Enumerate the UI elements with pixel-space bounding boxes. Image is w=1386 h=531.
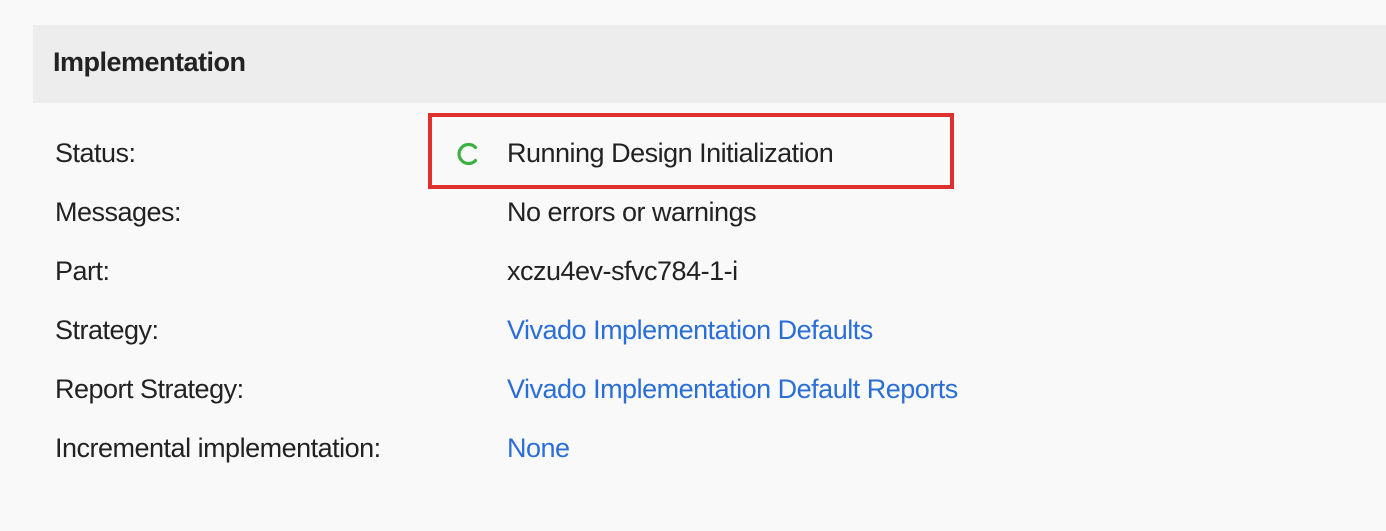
status-value: Running Design Initialization	[507, 138, 834, 168]
report-strategy-link[interactable]: Vivado Implementation Default Reports	[507, 374, 958, 405]
status-row: Status: Running Design Initialization	[0, 138, 1386, 178]
part-value: xczu4ev-sfvc784-1-i	[507, 256, 738, 286]
strategy-row: Strategy: Vivado Implementation Defaults	[0, 315, 1386, 355]
messages-value: No errors or warnings	[507, 197, 757, 227]
part-row: Part: xczu4ev-sfvc784-1-i	[0, 256, 1386, 296]
strategy-link[interactable]: Vivado Implementation Defaults	[507, 315, 873, 346]
messages-row: Messages: No errors or warnings	[0, 197, 1386, 237]
report-strategy-row: Report Strategy: Vivado Implementation D…	[0, 374, 1386, 414]
panel-title: Implementation	[53, 47, 246, 77]
incremental-implementation-row: Incremental implementation: None	[0, 433, 1386, 473]
status-label: Status:	[55, 138, 136, 168]
incremental-implementation-link[interactable]: None	[507, 433, 570, 464]
messages-label: Messages:	[55, 197, 182, 227]
implementation-panel-header: Implementation	[33, 25, 1386, 103]
report-strategy-label: Report Strategy:	[55, 374, 244, 404]
part-label: Part:	[55, 256, 110, 286]
strategy-label: Strategy:	[55, 315, 159, 345]
incremental-implementation-label: Incremental implementation:	[55, 433, 381, 463]
